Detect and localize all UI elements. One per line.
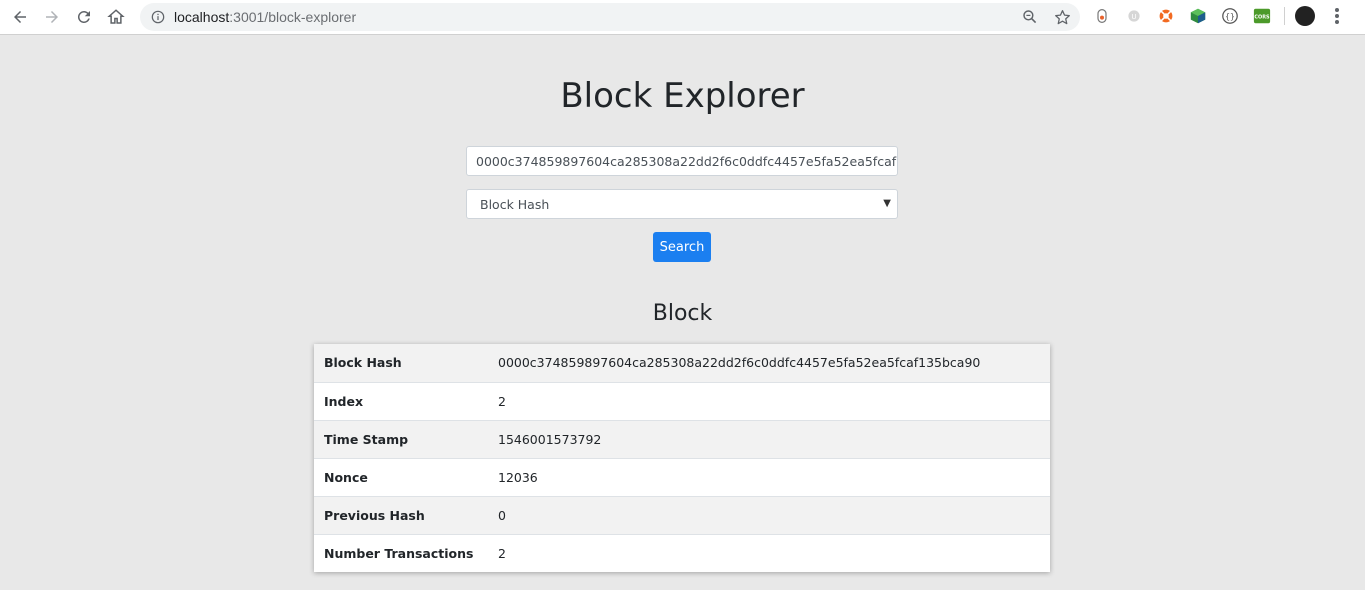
extension-cors-icon[interactable]: CORS [1252,6,1272,26]
browser-toolbar: localhost:3001/block-explorer U {} CORS [0,0,1365,35]
cors-badge-text: CORS [1254,14,1270,20]
back-button[interactable] [4,1,36,33]
search-type-select[interactable]: Block Hash ▼ [466,189,898,219]
profile-avatar[interactable] [1295,6,1315,26]
page-title: Block Explorer [560,76,805,116]
search-button[interactable]: Search [653,232,711,262]
row-value: 12036 [498,469,538,485]
info-icon[interactable] [150,9,166,25]
table-row: Nonce 12036 [314,458,1050,496]
forward-button[interactable] [36,1,68,33]
row-label: Block Hash [324,355,402,371]
search-input[interactable]: 0000c374859897604ca285308a22dd2f6c0ddfc4… [466,146,898,176]
extension-cube-icon[interactable] [1188,6,1208,26]
home-icon [107,9,125,24]
table-row: Time Stamp 1546001573792 [314,420,1050,458]
row-value: 1546001573792 [498,431,602,447]
extension-lifebuoy-icon[interactable] [1156,6,1176,26]
zoom-icon[interactable] [1020,7,1040,27]
block-section-title: Block [652,301,713,326]
row-value: 2 [498,393,506,409]
forward-arrow-icon [46,11,58,23]
url-path: :3001/block-explorer [229,9,357,25]
search-type-value: Block Hash [480,196,550,212]
extensions-bar: U {} CORS [1092,6,1347,26]
reload-icon [77,10,90,23]
table-row: Previous Hash 0 [314,496,1050,534]
row-label: Time Stamp [324,431,409,447]
row-value: 0 [498,507,506,523]
svg-text:U: U [1131,12,1136,21]
table-row: Block Hash 0000c374859897604ca285308a22d… [314,344,1050,382]
star-icon[interactable] [1052,7,1072,27]
search-input-value: 0000c374859897604ca285308a22dd2f6c0ddfc4… [476,153,897,169]
row-label: Number Transactions [324,545,474,561]
extension-braces-icon[interactable]: {} [1220,6,1240,26]
toolbar-divider [1284,7,1285,25]
extension-record-icon[interactable] [1092,6,1112,26]
reload-button[interactable] [68,1,100,33]
browser-menu-icon[interactable] [1327,6,1347,26]
row-label: Previous Hash [324,507,425,523]
page-content: Block Explorer 0000c374859897604ca285308… [0,35,1365,590]
url-text: localhost:3001/block-explorer [174,9,356,25]
svg-text:{}: {} [1225,11,1235,21]
chevron-down-icon: ▼ [883,198,891,209]
table-row: Number Transactions 2 [314,534,1050,572]
row-value: 0000c374859897604ca285308a22dd2f6c0ddfc4… [498,355,981,371]
row-label: Index [324,393,364,409]
block-details-table: Block Hash 0000c374859897604ca285308a22d… [314,344,1050,572]
address-bar[interactable]: localhost:3001/block-explorer [140,3,1080,31]
extension-shield-icon[interactable]: U [1124,6,1144,26]
row-label: Nonce [324,469,368,485]
back-arrow-icon [14,11,26,23]
table-row: Index 2 [314,382,1050,420]
row-value: 2 [498,545,506,561]
url-host: localhost [174,9,230,25]
home-button[interactable] [100,1,132,33]
